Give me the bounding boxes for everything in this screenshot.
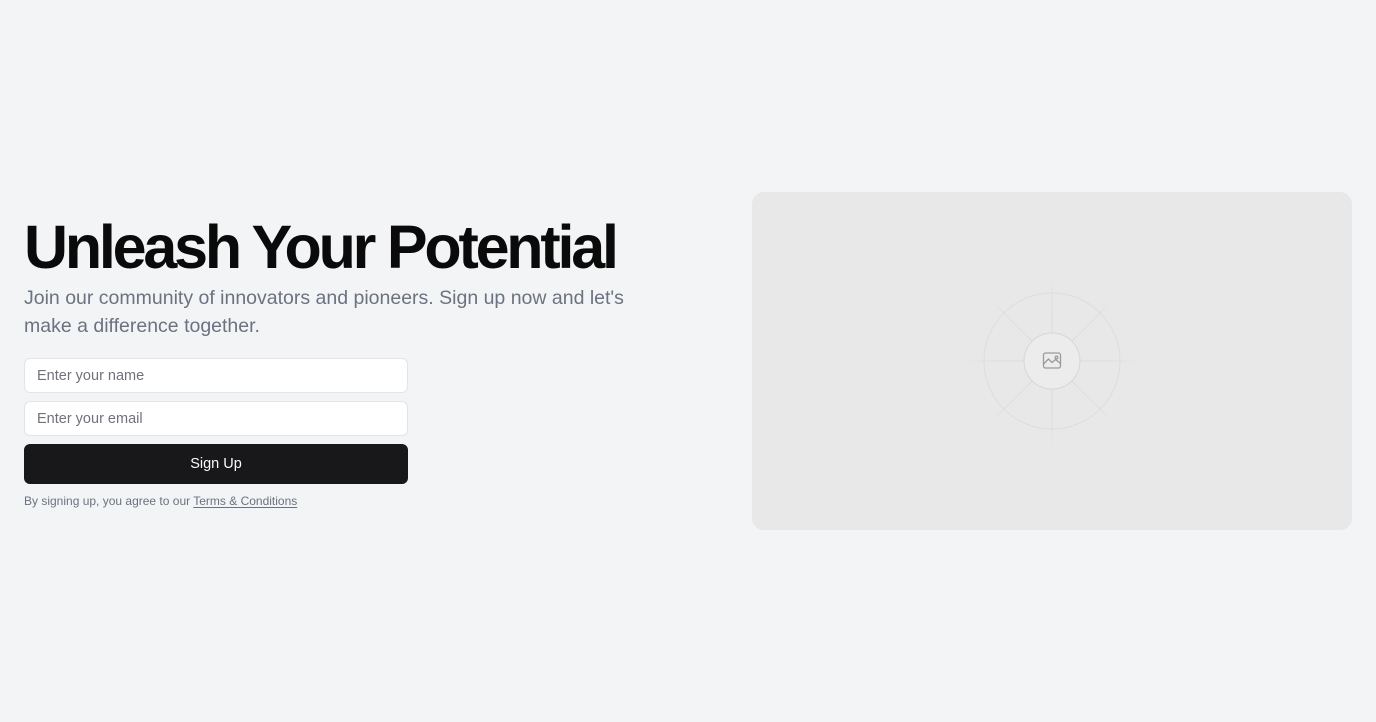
- email-input[interactable]: [24, 401, 408, 436]
- terms-link[interactable]: Terms & Conditions: [193, 494, 297, 508]
- hero-subtitle: Join our community of innovators and pio…: [24, 287, 624, 337]
- name-input[interactable]: [24, 358, 408, 393]
- image-placeholder-art: [958, 267, 1146, 455]
- sign-up-button[interactable]: Sign Up: [24, 444, 408, 484]
- hero-title: Unleash Your Potential: [24, 213, 619, 281]
- terms-prefix: By signing up, you agree to our: [24, 494, 194, 508]
- page: Unleash Your Potential Join our communit…: [0, 0, 1376, 722]
- terms-notice: By signing up, you agree to our Terms & …: [24, 493, 408, 509]
- signup-form: Sign Up By signing up, you agree to our …: [24, 358, 408, 509]
- image-placeholder: [752, 192, 1352, 530]
- hero-section: Unleash Your Potential Join our communit…: [24, 214, 664, 509]
